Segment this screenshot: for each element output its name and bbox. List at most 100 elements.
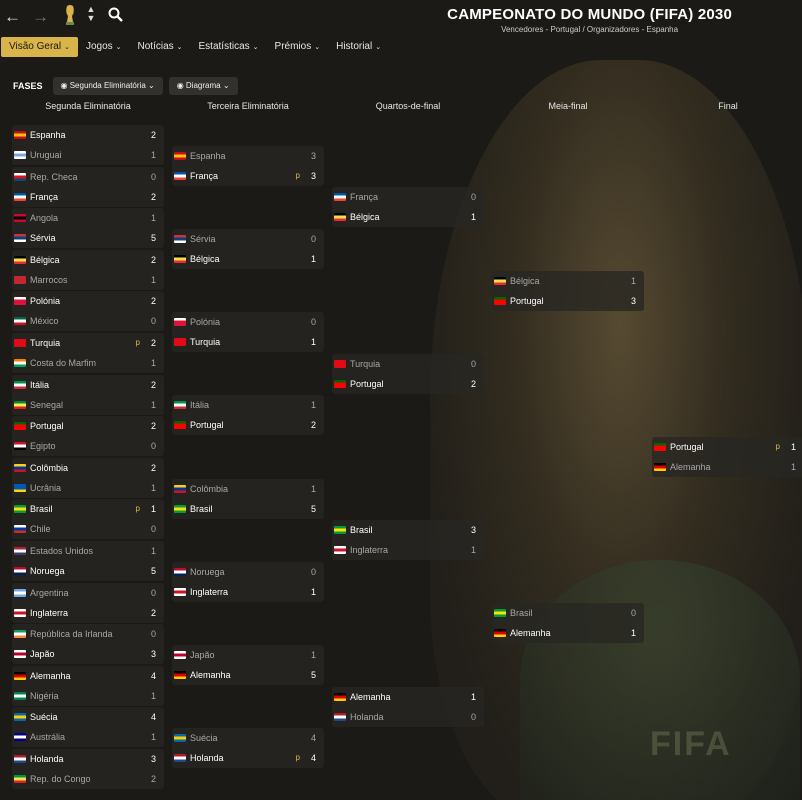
team-row[interactable]: Itália 1 bbox=[172, 395, 324, 415]
team-row[interactable]: Argentina 0 bbox=[12, 583, 164, 603]
match-card[interactable]: Polónia 2 México 0 bbox=[12, 291, 164, 332]
match-card[interactable]: Itália 1 Portugal 2 bbox=[172, 395, 324, 436]
match-card[interactable]: Suécia 4 Holanda p 4 bbox=[172, 728, 324, 769]
team-row[interactable]: Colômbia 1 bbox=[172, 479, 324, 499]
menu-item-5[interactable]: Historial ⌄ bbox=[328, 37, 389, 57]
team-row[interactable]: França 2 bbox=[12, 187, 164, 207]
menu-item-4[interactable]: Prémios ⌄ bbox=[267, 37, 329, 57]
menu-item-2[interactable]: Notícias ⌄ bbox=[130, 37, 191, 57]
match-card[interactable]: Bélgica 1 Portugal 3 bbox=[492, 270, 644, 311]
match-card[interactable]: Alemanha 4 Nigéria 1 bbox=[12, 665, 164, 706]
team-row[interactable]: Japão 1 bbox=[172, 645, 324, 665]
team-row[interactable]: Suécia 4 bbox=[12, 707, 164, 727]
team-row[interactable]: Bélgica 1 bbox=[332, 207, 484, 227]
match-card[interactable]: Holanda 3 Rep. do Congo 2 bbox=[12, 749, 164, 789]
team-row[interactable]: Inglaterra 1 bbox=[332, 540, 484, 560]
team-row[interactable]: Portugal 2 bbox=[332, 374, 484, 394]
team-row[interactable]: Alemanha 1 bbox=[652, 457, 802, 477]
team-row[interactable]: Sérvia 5 bbox=[12, 228, 164, 248]
team-row[interactable]: Turquia p 2 bbox=[12, 333, 164, 353]
team-row[interactable]: Itália 2 bbox=[12, 375, 164, 395]
team-row[interactable]: Marrocos 1 bbox=[12, 270, 164, 290]
match-card[interactable]: Bélgica 2 Marrocos 1 bbox=[12, 249, 164, 290]
team-row[interactable]: Nigéria 1 bbox=[12, 686, 164, 706]
team-row[interactable]: México 0 bbox=[12, 311, 164, 331]
match-card[interactable]: Estados Unidos 1 Noruega 5 bbox=[12, 541, 164, 581]
team-row[interactable]: Inglaterra 1 bbox=[172, 582, 324, 602]
team-row[interactable]: Austrália 1 bbox=[12, 727, 164, 747]
match-card[interactable]: Colômbia 1 Brasil 5 bbox=[172, 478, 324, 519]
match-card[interactable]: Turquia p 2 Costa do Marfim 1 bbox=[12, 333, 164, 373]
match-card[interactable]: Espanha 2 Uruguai 1 bbox=[12, 125, 164, 165]
match-card[interactable]: Turquia 0 Portugal 2 bbox=[332, 353, 484, 394]
search-icon[interactable] bbox=[108, 7, 123, 27]
updown-icon[interactable]: ▲ ▼ bbox=[86, 5, 96, 23]
team-row[interactable]: Holanda 3 bbox=[12, 749, 164, 769]
menu-item-0[interactable]: Visão Geral ⌄ bbox=[1, 37, 78, 57]
view-dropdown[interactable]: ◉ Diagrama ⌄ bbox=[168, 77, 238, 95]
match-card[interactable]: Alemanha 1 Holanda 0 bbox=[332, 686, 484, 727]
team-row[interactable]: Portugal 2 bbox=[172, 415, 324, 435]
team-row[interactable]: Rep. Checa 0 bbox=[12, 167, 164, 187]
team-row[interactable]: Brasil 3 bbox=[332, 520, 484, 540]
team-row[interactable]: Alemanha 1 bbox=[492, 623, 644, 643]
team-row[interactable]: Egipto 0 bbox=[12, 436, 164, 456]
match-card[interactable]: Japão 1 Alemanha 5 bbox=[172, 645, 324, 685]
match-card[interactable]: Itália 2 Senegal 1 bbox=[12, 374, 164, 415]
team-row[interactable]: Rep. do Congo 2 bbox=[12, 769, 164, 789]
team-row[interactable]: Bélgica 1 bbox=[172, 249, 324, 269]
match-card[interactable]: Espanha 3 França p 3 bbox=[172, 145, 324, 186]
match-card[interactable]: Noruega 0 Inglaterra 1 bbox=[172, 561, 324, 602]
menu-item-3[interactable]: Estatísticas ⌄ bbox=[191, 37, 267, 57]
team-row[interactable]: Senegal 1 bbox=[12, 395, 164, 415]
match-card[interactable]: Suécia 4 Austrália 1 bbox=[12, 707, 164, 748]
team-row[interactable]: Noruega 0 bbox=[172, 562, 324, 582]
team-row[interactable]: Brasil p 1 bbox=[12, 499, 164, 519]
team-row[interactable]: Estados Unidos 1 bbox=[12, 541, 164, 561]
forward-arrow-icon[interactable]: → bbox=[32, 7, 49, 27]
match-card[interactable]: Sérvia 0 Bélgica 1 bbox=[172, 229, 324, 269]
team-row[interactable]: Ucrânia 1 bbox=[12, 478, 164, 498]
team-row[interactable]: Noruega 5 bbox=[12, 561, 164, 581]
team-row[interactable]: Turquia 0 bbox=[332, 354, 484, 374]
team-row[interactable]: Bélgica 1 bbox=[492, 271, 644, 291]
team-row[interactable]: Inglaterra 2 bbox=[12, 603, 164, 623]
team-row[interactable]: Bélgica 2 bbox=[12, 250, 164, 270]
team-row[interactable]: Polónia 0 bbox=[172, 312, 324, 332]
match-card[interactable]: Brasil 3 Inglaterra 1 bbox=[332, 520, 484, 561]
team-row[interactable]: Colômbia 2 bbox=[12, 458, 164, 478]
team-row[interactable]: Portugal 2 bbox=[12, 416, 164, 436]
team-row[interactable]: Alemanha 1 bbox=[332, 687, 484, 707]
back-arrow-icon[interactable]: ← bbox=[4, 7, 21, 27]
match-card[interactable]: França 0 Bélgica 1 bbox=[332, 187, 484, 228]
menu-item-1[interactable]: Jogos ⌄ bbox=[78, 37, 130, 57]
match-card[interactable]: Colômbia 2 Ucrânia 1 bbox=[12, 457, 164, 498]
team-row[interactable]: Chile 0 bbox=[12, 519, 164, 539]
stage-dropdown[interactable]: ◉ Segunda Eliminatória ⌄ bbox=[52, 77, 163, 95]
team-row[interactable]: Turquia 1 bbox=[172, 332, 324, 352]
match-card[interactable]: Brasil p 1 Chile 0 bbox=[12, 499, 164, 540]
team-row[interactable]: Suécia 4 bbox=[172, 728, 324, 748]
team-row[interactable]: Brasil 5 bbox=[172, 499, 324, 519]
match-card[interactable]: República da Irlanda 0 Japão 3 bbox=[12, 624, 164, 665]
team-row[interactable]: França 0 bbox=[332, 187, 484, 207]
team-row[interactable]: Uruguai 1 bbox=[12, 145, 164, 165]
match-card[interactable]: Portugal p 1 Alemanha 1 bbox=[652, 437, 802, 477]
team-row[interactable]: Costa do Marfim 1 bbox=[12, 353, 164, 373]
team-row[interactable]: Espanha 3 bbox=[172, 146, 324, 166]
team-row[interactable]: Portugal 3 bbox=[492, 291, 644, 311]
match-card[interactable]: Polónia 0 Turquia 1 bbox=[172, 312, 324, 353]
match-card[interactable]: Portugal 2 Egipto 0 bbox=[12, 416, 164, 457]
team-row[interactable]: Espanha 2 bbox=[12, 125, 164, 145]
match-card[interactable]: Brasil 0 Alemanha 1 bbox=[492, 603, 644, 644]
match-card[interactable]: Argentina 0 Inglaterra 2 bbox=[12, 582, 164, 623]
team-row[interactable]: França p 3 bbox=[172, 166, 324, 186]
team-row[interactable]: Polónia 2 bbox=[12, 291, 164, 311]
team-row[interactable]: Portugal p 1 bbox=[652, 437, 802, 457]
team-row[interactable]: Alemanha 5 bbox=[172, 665, 324, 685]
team-row[interactable]: Sérvia 0 bbox=[172, 229, 324, 249]
team-row[interactable]: Holanda p 4 bbox=[172, 748, 324, 768]
team-row[interactable]: Japão 3 bbox=[12, 644, 164, 664]
team-row[interactable]: Angola 1 bbox=[12, 208, 164, 228]
team-row[interactable]: Alemanha 4 bbox=[12, 666, 164, 686]
